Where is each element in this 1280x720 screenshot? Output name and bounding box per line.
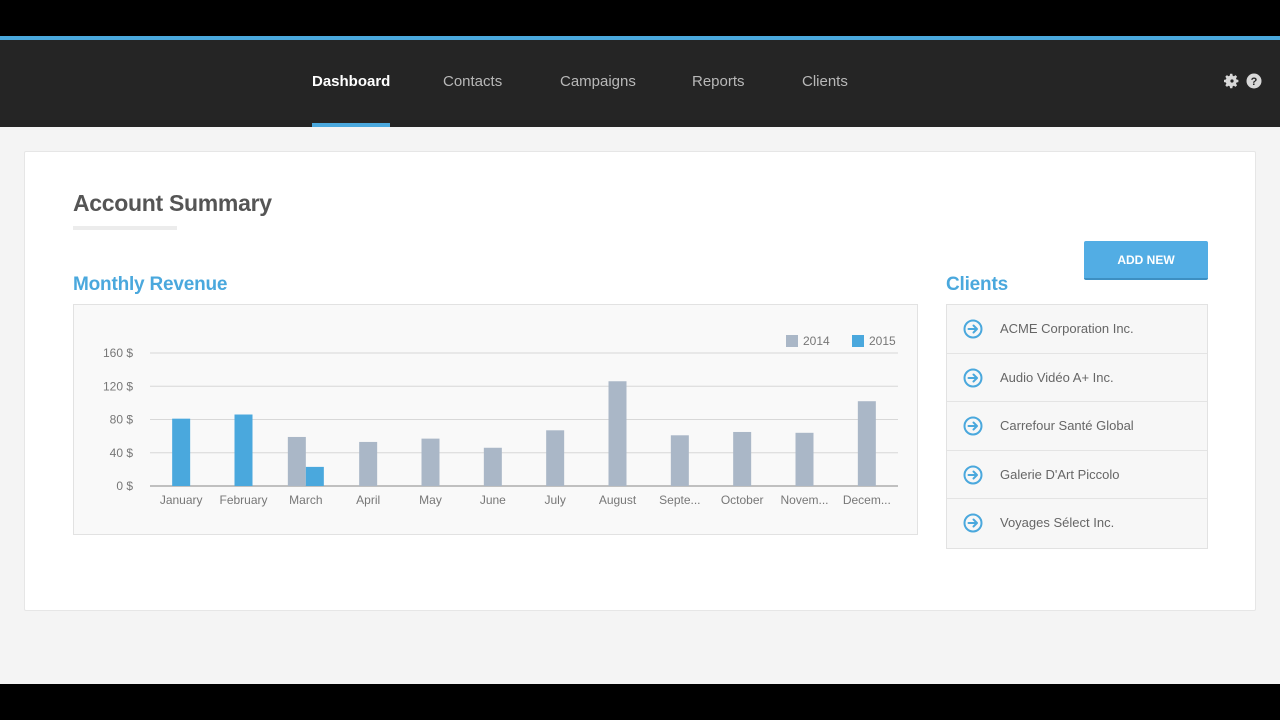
- bar-2014: [795, 432, 814, 486]
- y-tick-label: 120 $: [103, 379, 133, 393]
- bar-2014: [608, 381, 627, 486]
- client-name: Voyages Sélect Inc.: [1000, 515, 1115, 531]
- client-item[interactable]: ACME Corporation Inc.: [947, 305, 1207, 354]
- x-tick-label: June: [480, 493, 506, 507]
- arrow-circle-right-icon: [963, 513, 983, 533]
- add-new-button[interactable]: ADD NEW: [1084, 241, 1208, 280]
- client-name: Galerie D'Art Piccolo: [1000, 466, 1120, 482]
- x-tick-label: Septe...: [659, 493, 700, 507]
- revenue-chart-svg: 0 $ 40 $ 80 $ 120 $ 160 $ January February Marc…: [103, 334, 898, 507]
- bar-2014: [857, 401, 876, 486]
- title-underline: [73, 226, 177, 230]
- legend-swatch-2015: [852, 335, 864, 347]
- help-icon[interactable]: ?: [1246, 73, 1262, 89]
- x-tick-label: August: [599, 493, 637, 507]
- bar-2015: [172, 418, 191, 486]
- nav-clients[interactable]: Clients: [802, 40, 848, 127]
- svg-text:?: ?: [1251, 76, 1258, 88]
- account-summary-card: Account Summary Monthly Revenue 0 $ 40 $ 8…: [24, 151, 1256, 611]
- legend-label: 2014: [803, 334, 830, 348]
- clients-title: Clients: [946, 274, 1008, 295]
- gear-icon[interactable]: [1224, 73, 1240, 89]
- nav-contacts[interactable]: Contacts: [443, 40, 502, 127]
- bar-2014: [359, 441, 378, 486]
- arrow-circle-right-icon: [963, 368, 983, 388]
- bar-2014: [670, 435, 689, 486]
- bar-2015: [234, 414, 253, 486]
- y-tick-label: 80 $: [110, 413, 134, 427]
- nav-reports[interactable]: Reports: [692, 40, 745, 127]
- nav-dashboard[interactable]: Dashboard: [312, 40, 391, 127]
- client-item[interactable]: Audio Vidéo A+ Inc.: [947, 354, 1207, 403]
- bar-2015: [305, 466, 324, 486]
- bar-2014: [483, 447, 502, 486]
- y-tick-label: 40 $: [110, 446, 134, 460]
- client-item[interactable]: Carrefour Santé Global: [947, 402, 1207, 451]
- client-item[interactable]: Galerie D'Art Piccolo: [947, 451, 1207, 500]
- x-tick-label: July: [544, 493, 565, 507]
- arrow-circle-right-icon: [963, 465, 983, 485]
- monthly-revenue-title: Monthly Revenue: [73, 274, 228, 295]
- top-navigation: Dashboard Contacts Campaigns Reports Cli…: [0, 40, 1280, 127]
- letterbox-top: [0, 0, 1280, 36]
- revenue-chart: 0 $ 40 $ 80 $ 120 $ 160 $ January February Marc…: [73, 304, 918, 535]
- client-name: ACME Corporation Inc.: [1000, 321, 1134, 336]
- page-title: Account Summary: [73, 190, 272, 216]
- x-tick-label: October: [721, 493, 764, 507]
- bar-2014: [287, 436, 306, 486]
- client-item[interactable]: Voyages Sélect Inc.: [947, 499, 1207, 548]
- client-list: ACME Corporation Inc. Audio Vidéo A+ Inc.…: [946, 304, 1208, 549]
- bar-2014: [421, 438, 440, 486]
- client-name: Audio Vidéo A+ Inc.: [1000, 369, 1114, 385]
- arrow-circle-right-icon: [963, 416, 983, 436]
- client-name: Carrefour Santé Global: [1000, 418, 1134, 434]
- bar-2014: [546, 430, 565, 486]
- nav-campaigns[interactable]: Campaigns: [560, 40, 636, 127]
- legend-label: 2015: [869, 334, 896, 348]
- x-tick-label: April: [356, 493, 380, 507]
- legend-swatch-2014: [786, 335, 798, 347]
- x-tick-label: May: [419, 493, 442, 507]
- x-tick-label: February: [219, 493, 267, 507]
- letterbox-bottom: [0, 684, 1280, 720]
- bar-2014: [733, 431, 752, 486]
- x-tick-label: January: [160, 493, 203, 507]
- arrow-circle-right-icon: [963, 319, 983, 339]
- x-tick-label: Novem...: [780, 493, 828, 507]
- x-tick-label: Decem...: [843, 493, 891, 507]
- y-tick-label: 0 $: [116, 479, 133, 493]
- y-tick-label: 160 $: [103, 346, 133, 360]
- x-tick-label: March: [289, 493, 322, 507]
